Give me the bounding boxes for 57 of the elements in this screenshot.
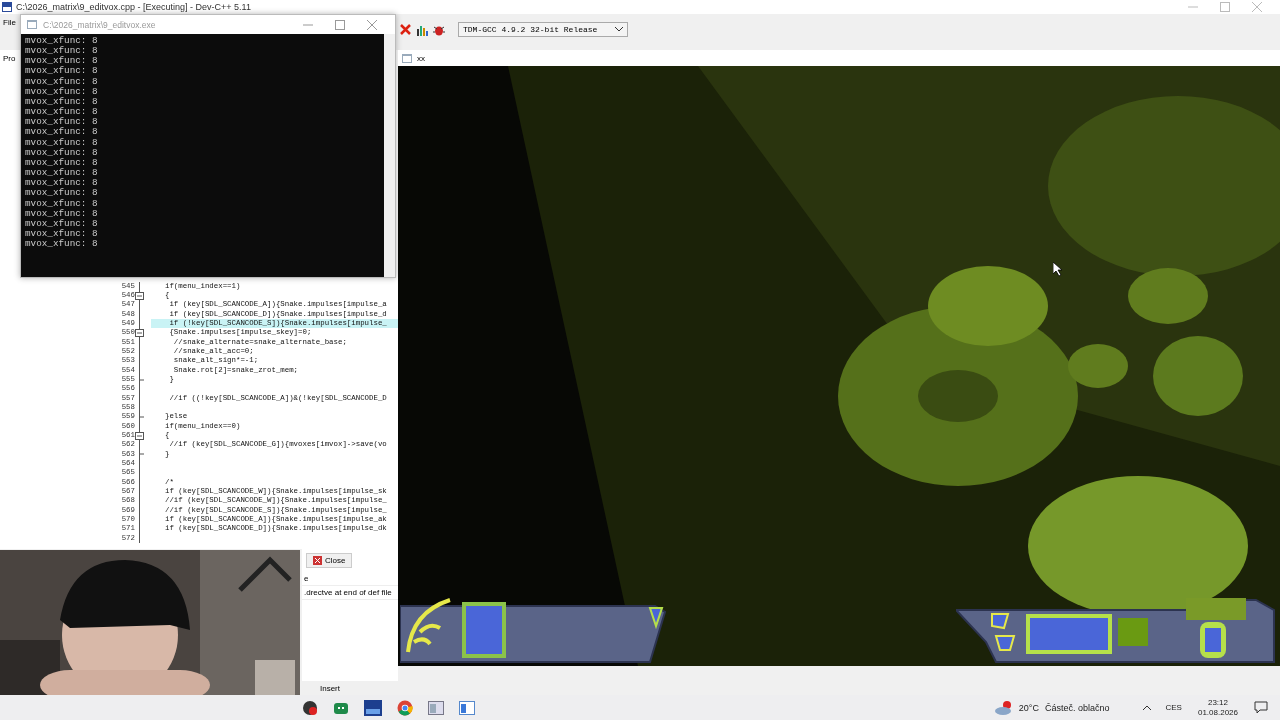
console-line: mvox_xfunc: 8 [25,127,98,138]
close-icon [313,556,322,565]
notification-icon[interactable] [1254,701,1268,714]
console-line: mvox_xfunc: 8 [25,137,98,148]
temperature-text: 20°C [1018,702,1039,713]
console-line: mvox_xfunc: 8 [25,208,98,219]
app-icon [402,53,412,63]
console-line: mvox_xfunc: 8 [25,46,98,57]
panel-tab[interactable]: Pro [0,50,16,63]
bar-chart-icon[interactable] [416,23,428,36]
console-line: mvox_xfunc: 8 [25,96,98,107]
browser-icon[interactable] [397,699,413,716]
console-line: mvox_xfunc: 8 [25,198,98,209]
weather-text: Částeč. oblačno [1044,702,1110,713]
close-icon[interactable] [367,19,377,30]
status-text: Insert [320,683,340,693]
console-line: mvox_xfunc: 8 [25,178,98,189]
console-line: mvox_xfunc: 8 [25,107,98,118]
window-icon[interactable] [459,700,475,715]
clock-date: 01.08.2026 [1197,707,1238,718]
caret-icon[interactable] [615,27,623,32]
menu-item[interactable]: File [0,14,16,27]
window-title: C:\2026_matrix\9_editvox.cpp - [Executing] - Dev-C++ 5.11 [16,2,251,12]
fold-box-icon[interactable] [135,328,144,337]
weather-icon[interactable] [994,700,1013,715]
chevron-up-icon[interactable] [1141,704,1152,711]
close-button[interactable]: Close [306,553,353,568]
record-icon[interactable] [302,699,318,716]
console-line: mvox_xfunc: 8 [25,66,98,77]
message-text: e [304,574,309,583]
fold-box-icon[interactable] [135,431,144,440]
console-line: mvox_xfunc: 8 [25,117,98,128]
window-title: xx [417,53,425,63]
app-icon[interactable] [364,699,382,716]
scrollbar[interactable] [384,34,395,277]
cursor-icon [1053,262,1063,277]
console-line: mvox_xfunc: 8 [25,86,98,97]
clock-time: 23:12 [1207,697,1228,708]
window-title: C:\2026_matrix\9_editvox.exe [43,19,156,30]
app-icon [27,20,37,29]
console-line: mvox_xfunc: 8 [25,239,98,250]
console-line: mvox_xfunc: 8 [25,56,98,67]
close-icon[interactable] [400,24,411,35]
console-line: mvox_xfunc: 8 [25,36,98,46]
console-line: mvox_xfunc: 8 [25,218,98,229]
compiler-dropdown[interactable]: TDM-GCC 4.9.2 32-bit Release [458,22,628,37]
console-line: mvox_xfunc: 8 [25,168,98,179]
language-indicator[interactable]: CES [1165,703,1182,712]
maximize-icon[interactable] [335,19,345,30]
console-line: mvox_xfunc: 8 [25,147,98,158]
message-text: .drectve at end of def file [304,588,392,597]
window-icon[interactable] [428,700,444,715]
fold-box-icon[interactable] [135,291,144,300]
console-line: mvox_xfunc: 8 [25,76,98,87]
console-line: mvox_xfunc: 8 [25,228,98,239]
console-line: mvox_xfunc: 8 [25,188,98,199]
console-line: mvox_xfunc: 8 [25,157,98,168]
